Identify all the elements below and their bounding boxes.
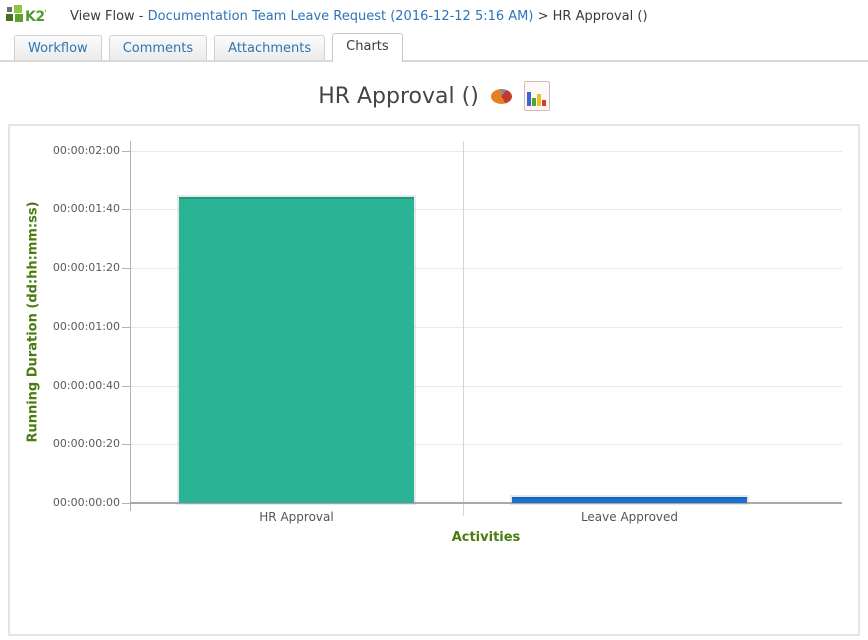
k2-logo-square [6,14,13,21]
tab-attachments[interactable]: Attachments [214,35,326,60]
category-divider-gridline [463,141,464,516]
k2-logo-square [14,5,22,13]
k2-logo: K2' [6,5,52,27]
tab-bar-underline [0,60,868,62]
bar-icon-yellow-bar [537,94,542,106]
y-axis-tick [122,151,130,152]
x-category-label-hr-approval: HR Approval [259,510,334,524]
view-flow-label: View Flow - [70,8,148,24]
bar-chart-icon[interactable] [523,81,550,111]
bar-icon-red-bar [542,100,547,106]
y-tick-label: 00:00:00:20 [52,437,120,450]
app-header: K2' View Flow - Documentation Team Leave… [0,0,868,32]
bar-icon-green-bar [532,98,537,106]
tab-comments[interactable]: Comments [108,35,208,60]
y-axis-tick [122,268,130,269]
bar-leave-approved [512,497,747,503]
workflow-instance-link[interactable]: Documentation Team Leave Request (2016-1… [148,9,534,24]
bar-hr-approval [179,197,414,503]
y-tick-label: 00:00:01:20 [52,261,120,274]
y-tick-label: 00:00:00:00 [52,496,120,509]
tab-bar: Workflow Comments Attachments Charts [0,32,868,62]
k2-logo-text: K2' [25,9,47,25]
pie-chart-icon[interactable] [490,88,512,104]
y-tick-label: 00:00:02:00 [52,144,120,157]
y-tick-label: 00:00:01:00 [52,320,120,333]
activity-breadcrumb: > HR Approval () [533,8,648,24]
tab-workflow[interactable]: Workflow [14,35,102,60]
y-tick-label: 00:00:01:40 [52,202,120,215]
y-axis-tick [122,327,130,328]
k2-logo-square [15,14,23,22]
chart-panel: Running Duration (dd:hh:mm:ss) Activitie… [8,124,860,636]
y-axis-tick [122,386,130,387]
tab-charts[interactable]: Charts [332,33,403,62]
k2-logo-square [7,7,12,12]
x-axis-title: Activities [451,530,521,545]
page-title: View Flow - Documentation Team Leave Req… [70,9,648,24]
x-category-label-leave-approved: Leave Approved [580,510,679,524]
y-axis-tick [122,444,130,445]
y-axis-tick [122,503,130,504]
chart-title: HR Approval () [318,83,479,109]
y-tick-label: 00:00:00:40 [52,379,120,392]
chart-title-row: HR Approval () [0,80,868,112]
y-axis-line [130,141,131,511]
y-axis-tick [122,209,130,210]
bar-icon-blue-bar [527,92,532,106]
gridline [130,151,842,152]
